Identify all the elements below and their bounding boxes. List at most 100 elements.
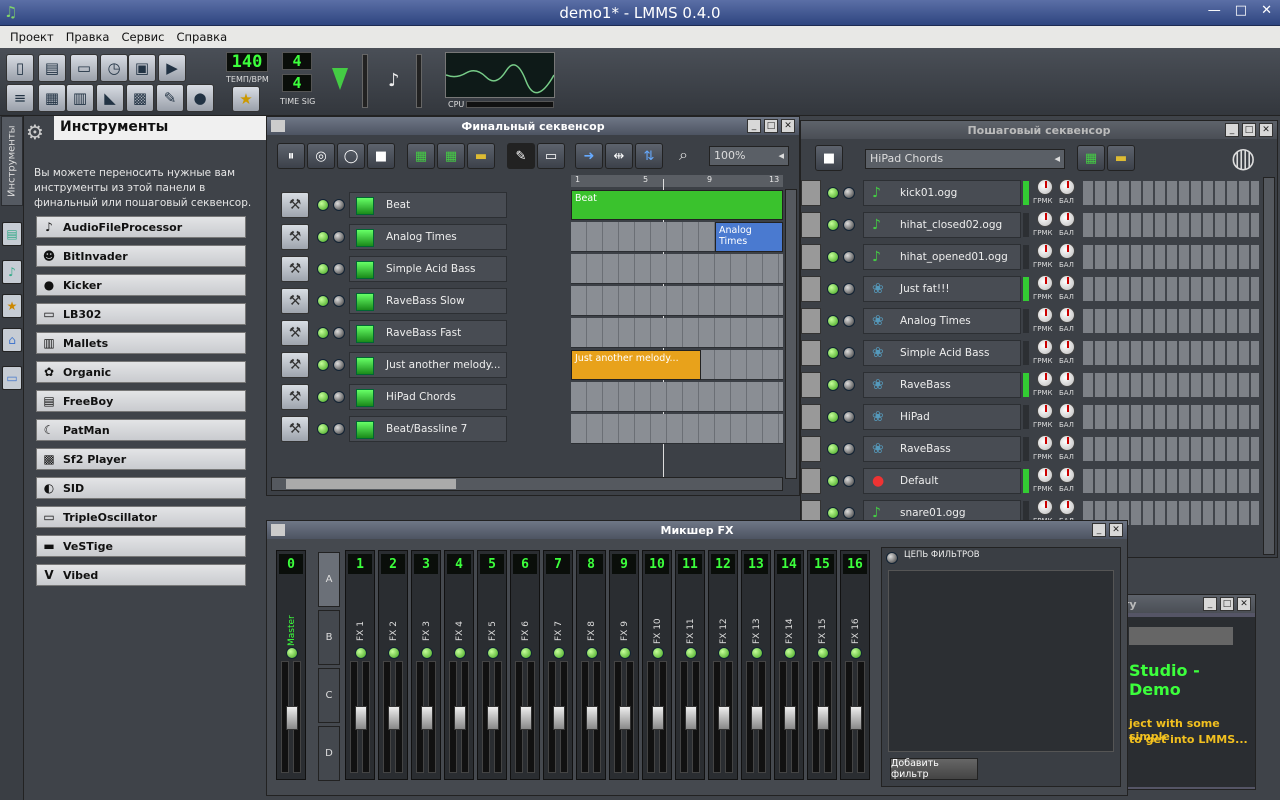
instrument-freeboy[interactable]: ▤ FreeBoy — [36, 390, 246, 412]
step-pattern[interactable] — [1083, 309, 1259, 333]
instrument-mallets[interactable]: ▥ Mallets — [36, 332, 246, 354]
mute-led[interactable] — [619, 647, 631, 659]
mute-led[interactable] — [827, 475, 839, 487]
track-name-button[interactable]: ♪ kick01.ogg — [863, 180, 1021, 206]
solo-led[interactable] — [333, 231, 345, 243]
volume-knob[interactable] — [1037, 371, 1053, 387]
maximize-icon[interactable]: □ — [1242, 123, 1256, 137]
volume-fader[interactable] — [286, 706, 298, 730]
volume-knob[interactable] — [1037, 179, 1053, 195]
mute-led[interactable] — [751, 647, 763, 659]
track-tool-icon[interactable]: ⚒ — [281, 224, 309, 250]
instrument-vibed[interactable]: V Vibed — [36, 564, 246, 586]
solo-led[interactable] — [843, 379, 855, 391]
instrument-organic[interactable]: ✿ Organic — [36, 361, 246, 383]
scrollbar-thumb[interactable] — [286, 479, 456, 489]
step-pattern[interactable] — [1083, 405, 1259, 429]
volume-knob[interactable] — [1037, 499, 1053, 515]
fx-mixer-icon[interactable]: ▩ — [126, 84, 154, 112]
step-pattern[interactable] — [1083, 341, 1259, 365]
volume-knob[interactable] — [1037, 435, 1053, 451]
add-bb-track-button[interactable]: ▦ — [407, 143, 435, 169]
track-tool-icon[interactable]: ⚒ — [281, 384, 309, 410]
add-effect-button[interactable]: Добавить фильтр — [890, 758, 978, 780]
track-name-button[interactable]: HiPad Chords — [349, 384, 507, 410]
mute-led[interactable] — [827, 411, 839, 423]
volume-fader[interactable] — [652, 706, 664, 730]
solo-led[interactable] — [333, 359, 345, 371]
timesig-denominator[interactable]: 4 — [282, 74, 312, 92]
song-editor-icon[interactable]: ≡ — [6, 84, 34, 112]
solo-led[interactable] — [333, 263, 345, 275]
step-pattern[interactable] — [1083, 213, 1259, 237]
pattern-select[interactable]: HiPad Chords ◂ — [865, 149, 1065, 169]
pan-knob[interactable] — [1059, 371, 1075, 387]
minimize-icon[interactable]: _ — [1225, 123, 1239, 137]
close-icon[interactable]: ✕ — [1237, 597, 1251, 611]
track-name-button[interactable]: Beat — [349, 192, 507, 218]
export-icon[interactable]: ▶ — [158, 54, 186, 82]
effect-chain-toggle[interactable] — [886, 552, 898, 564]
mute-led[interactable] — [827, 347, 839, 359]
close-icon[interactable]: ✕ — [1261, 3, 1272, 18]
solo-led[interactable] — [843, 443, 855, 455]
automation-editor-icon[interactable]: ◣ — [96, 84, 124, 112]
volume-fader[interactable] — [388, 706, 400, 730]
high-quality-button[interactable]: ★ — [226, 86, 266, 112]
mute-led[interactable] — [827, 283, 839, 295]
volume-fader[interactable] — [487, 706, 499, 730]
add-automation-track-button[interactable]: ▬ — [467, 143, 495, 169]
track-tool-icon[interactable] — [801, 372, 821, 398]
lmms-app-icon[interactable]: ♫ — [4, 3, 22, 21]
track-name-button[interactable]: ♪ hihat_opened01.ogg — [863, 244, 1021, 270]
mute-led[interactable] — [388, 647, 400, 659]
volume-knob[interactable] — [1037, 211, 1053, 227]
track-name-button[interactable]: ❀ Just fat!!! — [863, 276, 1021, 302]
track-tool-icon[interactable] — [801, 404, 821, 430]
mute-led[interactable] — [355, 647, 367, 659]
edit-mode-button[interactable]: ▭ — [537, 143, 565, 169]
root-directory-icon[interactable]: ▭ — [2, 366, 22, 390]
add-automation-track-button[interactable]: ▬ — [1107, 145, 1135, 171]
close-icon[interactable]: ✕ — [1259, 123, 1273, 137]
track-pattern-area[interactable] — [571, 254, 783, 284]
solo-led[interactable] — [843, 187, 855, 199]
my-home-icon[interactable]: ⌂ — [2, 328, 22, 352]
minimize-icon[interactable]: — — [1208, 3, 1221, 18]
instrument-sid[interactable]: ◐ SID — [36, 477, 246, 499]
volume-knob[interactable] — [1037, 403, 1053, 419]
track-name-button[interactable]: Simple Acid Bass — [349, 256, 507, 282]
track-name-button[interactable]: Beat/Bassline 7 — [349, 416, 507, 442]
pan-knob[interactable] — [1059, 339, 1075, 355]
tempo-display[interactable]: 140 — [226, 52, 268, 72]
my-presets-icon[interactable]: ★ — [2, 294, 22, 318]
step-pattern[interactable] — [1083, 277, 1259, 301]
track-tool-icon[interactable]: ⚒ — [281, 416, 309, 442]
track-name-button[interactable]: ❀ HiPad — [863, 404, 1021, 430]
volume-fader[interactable] — [619, 706, 631, 730]
mute-led[interactable] — [317, 199, 329, 211]
mute-led[interactable] — [553, 647, 565, 659]
mixer-bank-b[interactable]: B — [318, 610, 340, 665]
vertical-scrollbar[interactable] — [1263, 177, 1275, 555]
minimize-icon[interactable]: _ — [1203, 597, 1217, 611]
pan-knob[interactable] — [1059, 435, 1075, 451]
instrument-lb302[interactable]: ▭ LB302 — [36, 303, 246, 325]
menu-project[interactable]: Проект — [4, 30, 60, 44]
solo-led[interactable] — [843, 475, 855, 487]
mute-led[interactable] — [317, 231, 329, 243]
loop-points-icon[interactable]: ⇅ — [635, 143, 663, 169]
mute-led[interactable] — [317, 359, 329, 371]
mute-led[interactable] — [685, 647, 697, 659]
instrument-kicker[interactable]: ● Kicker — [36, 274, 246, 296]
pan-knob[interactable] — [1059, 275, 1075, 291]
mute-led[interactable] — [850, 647, 862, 659]
master-pitch-slider[interactable] — [416, 54, 422, 108]
pan-knob[interactable] — [1059, 243, 1075, 259]
track-pattern-area[interactable] — [571, 382, 783, 412]
volume-fader[interactable] — [586, 706, 598, 730]
instrument-bitinvader[interactable]: ☻ BitInvader — [36, 245, 246, 267]
track-name-button[interactable]: RaveBass Slow — [349, 288, 507, 314]
master-volume-slider[interactable] — [362, 54, 368, 108]
save-icon[interactable]: ▣ — [128, 54, 156, 82]
